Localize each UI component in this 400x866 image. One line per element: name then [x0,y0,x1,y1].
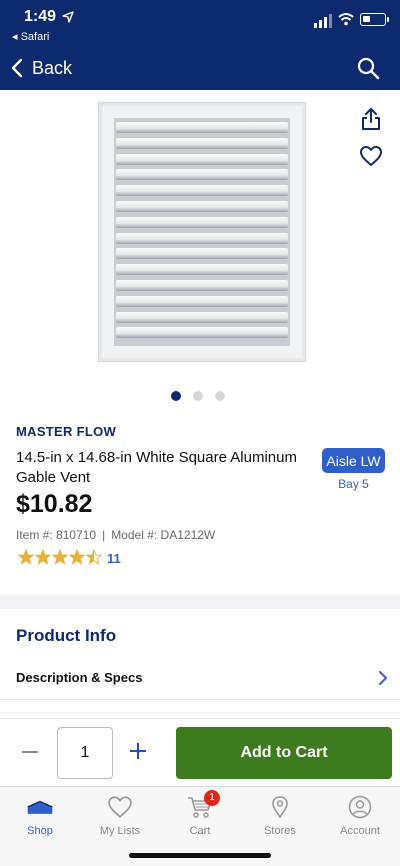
wifi-icon [338,13,354,26]
star-icon [52,549,68,565]
louver-slat [116,248,288,260]
aisle-badge: Aisle LW [322,448,385,473]
home-indicator[interactable] [129,853,271,858]
location-pin-icon [272,796,288,819]
heart-icon [108,796,132,818]
star-icon [18,549,34,565]
add-to-cart-bar: 1 Add to Cart [0,718,400,786]
louver-slat [116,311,288,323]
review-count[interactable]: 11 [107,551,121,566]
chevron-right-icon [379,671,387,685]
star-rating[interactable] [18,549,102,565]
description-specs-label: Description & Specs [16,670,143,685]
tab-my-lists-label: My Lists [99,825,141,837]
louver-slat [116,264,288,276]
tab-account-label: Account [340,825,380,837]
item-model-line: Item #: 810710 | Model #: DA1212W [16,528,215,542]
search-icon[interactable] [356,56,380,80]
pager-dot[interactable] [193,391,203,401]
louver-slat [116,185,288,197]
pager-dot[interactable] [171,391,181,401]
cart-count-badge: 1 [204,790,220,806]
louver-slat [116,201,288,212]
status-time: 1:49 [24,8,57,25]
share-icon[interactable] [360,107,382,131]
tab-cart-label: Cart [189,825,211,837]
brand-name[interactable]: MASTER FLOW [16,424,116,439]
star-icon [69,549,85,565]
tab-cart[interactable]: 1 Cart [160,790,240,843]
quantity-increase-button[interactable] [130,743,146,759]
item-number: Item #: 810710 [16,528,97,542]
pager-dot[interactable] [215,391,225,401]
cellular-signal-icon [314,14,332,28]
product-price: $10.82 [16,490,93,518]
shop-icon [27,800,53,814]
back-button[interactable]: Back [10,55,72,81]
product-title: 14.5-in x 14.68-in White Square Aluminum… [16,449,297,486]
star-icon [86,549,102,565]
louver-slat [116,153,288,165]
chevron-left-icon [11,58,23,78]
item-separator: | [102,528,106,542]
tab-account[interactable]: Account [320,795,400,843]
user-icon [348,795,372,819]
product-info-heading: Product Info [16,626,117,645]
quantity-decrease-button[interactable] [22,751,38,753]
louver-slat [116,295,288,307]
image-pager-dots[interactable] [171,391,225,401]
louver-slat [116,216,288,228]
model-number: Model #: DA1212W [111,528,216,542]
tab-my-lists[interactable]: My Lists [80,795,160,843]
location-arrow-icon [62,11,74,23]
star-icon [35,549,51,565]
section-divider [0,595,400,609]
tab-shop-label: Shop [27,825,53,837]
back-label: Back [32,57,73,78]
quantity-input[interactable]: 1 [57,727,113,779]
louver-slat [116,137,288,149]
return-to-safari-link[interactable]: ◂ Safari [12,30,49,43]
louver-slat [116,327,288,339]
product-image[interactable] [99,103,305,361]
add-to-cart-button[interactable]: Add to Cart [176,727,392,779]
gable-vent-louvers [114,118,290,346]
description-specs-row[interactable]: Description & Specs [0,658,400,700]
tab-shop[interactable]: Shop [0,795,80,843]
louver-slat [116,122,288,133]
app-header: 1:49 ◂ Safari Back [0,0,400,90]
louver-slat [116,280,288,291]
tab-stores-label: Stores [264,825,296,837]
louver-slat [116,169,288,181]
favorite-heart-icon[interactable] [359,145,383,167]
louver-slat [116,232,288,244]
battery-icon [360,13,389,26]
tab-stores[interactable]: Stores [240,795,320,843]
bay-label: Bay 5 [338,477,369,491]
